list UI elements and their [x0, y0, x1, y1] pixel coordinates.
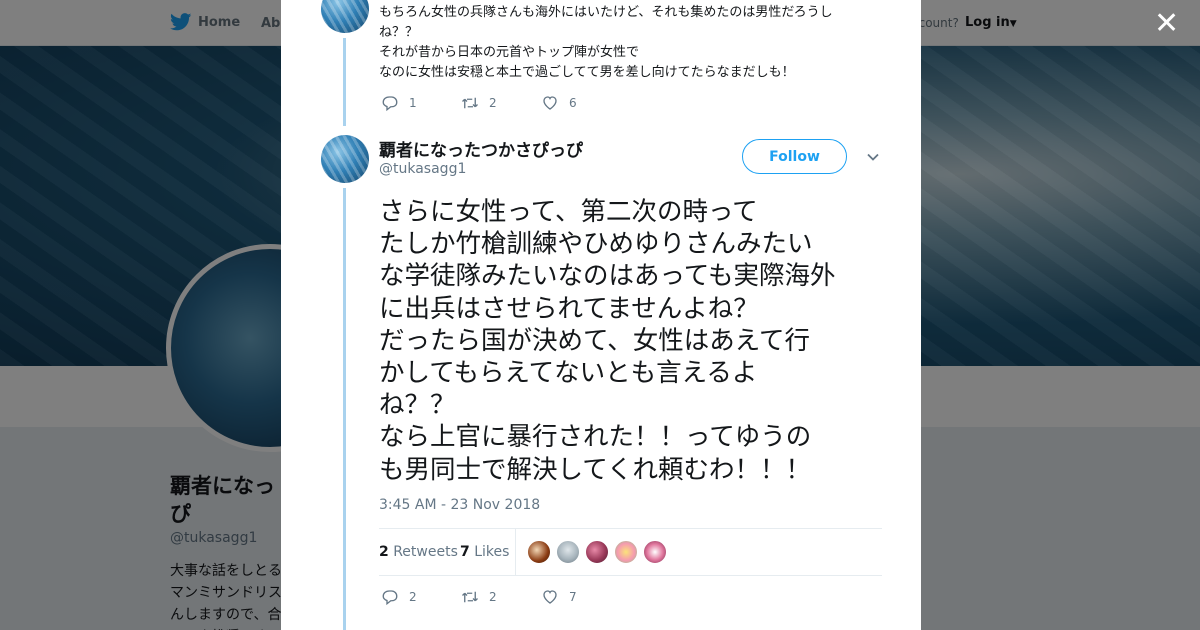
previous-tweet-line: もちろん女性の兵隊さんも海外にはいたけど、それも集めたのは男性だろうし [379, 5, 833, 20]
previous-tweet-actions: 1 2 6 [381, 94, 621, 112]
avatar[interactable] [585, 540, 609, 564]
avatar[interactable] [321, 0, 369, 33]
retweet-icon [462, 591, 478, 603]
like-count: 7 [569, 590, 577, 604]
retweet-icon [462, 97, 478, 109]
retweet-count: 2 [489, 590, 497, 604]
likes-stat[interactable]: 7 Likes [460, 544, 509, 560]
tweet-display-name[interactable]: 覇者になったつかさぴっぴ [379, 136, 583, 161]
tweet-handle[interactable]: @tukasagg1 [379, 161, 466, 177]
tweet-modal: もちろん女性の兵隊さんも海外にはいたけど、それも集めたのは男性だろうし ね？？ … [281, 0, 921, 630]
previous-tweet-line: それが昔から日本の元首やトップ陣が女性で [379, 45, 640, 60]
avatar[interactable] [527, 540, 551, 564]
heart-icon [543, 590, 557, 604]
reply-button[interactable]: 1 [381, 94, 461, 112]
avatar[interactable] [643, 540, 667, 564]
retweet-count: 2 [489, 96, 497, 110]
previous-tweet-text: もちろん女性の兵隊さんも海外にはいたけど、それも集めたのは男性だろうし ね？？ … [379, 3, 879, 83]
avatar[interactable] [556, 540, 580, 564]
chevron-down-icon[interactable] [866, 150, 880, 164]
like-button[interactable]: 6 [541, 94, 621, 112]
avatar[interactable] [321, 135, 369, 183]
tweet-actions: 2 2 7 [381, 588, 621, 606]
reply-button[interactable]: 2 [381, 588, 461, 606]
tweet-text: さらに女性って、第二次の時って たしか竹槍訓練やひめゆりさんみたい な学徒隊みた… [379, 197, 836, 485]
retweet-button[interactable]: 2 [461, 94, 541, 112]
reply-icon [382, 590, 398, 606]
tweet-timestamp[interactable]: 3:45 AM - 23 Nov 2018 [379, 497, 540, 513]
avatar[interactable] [614, 540, 638, 564]
previous-tweet-line: なのに女性は安穏と本土で過ごしてて男を差し向けてたらなまだしも！ [379, 65, 795, 80]
retweets-stat-count: 2 [379, 544, 389, 560]
likes-stat-count: 7 [460, 544, 470, 560]
stats-divider [515, 529, 516, 575]
liker-avatars [527, 540, 667, 564]
like-count: 6 [569, 96, 577, 110]
retweets-stat-label: Retweets [393, 544, 458, 560]
follow-button[interactable]: Follow [742, 139, 847, 174]
reply-count: 2 [409, 590, 417, 604]
close-icon[interactable]: ✕ [1154, 9, 1179, 39]
thread-connector [343, 38, 346, 126]
likes-stat-label: Likes [474, 544, 510, 560]
tweet-stats: 2 Retweets 7 Likes [379, 528, 882, 576]
reply-count: 1 [409, 96, 417, 110]
retweets-stat[interactable]: 2 Retweets [379, 544, 458, 560]
previous-tweet-line: ね？？ [379, 25, 419, 40]
like-button[interactable]: 7 [541, 588, 621, 606]
retweet-button[interactable]: 2 [461, 588, 541, 606]
heart-icon [543, 96, 557, 110]
thread-connector [343, 188, 346, 630]
reply-icon [382, 96, 398, 112]
